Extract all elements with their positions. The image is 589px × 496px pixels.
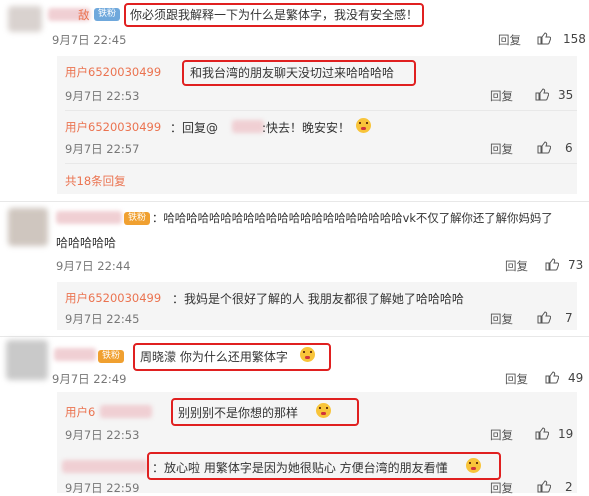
avatar[interactable] [6,340,48,380]
thumbs-up-icon[interactable] [537,141,551,154]
avatar[interactable] [8,6,42,32]
fan-badge: 铁粉 [98,350,124,363]
reply-button[interactable]: 回复 [490,141,513,157]
reply-button[interactable]: 回复 [490,480,513,496]
avatar[interactable] [8,208,48,246]
reply-prefix: ：回复@ [170,121,219,135]
username-blurred[interactable] [62,460,148,473]
reply-button[interactable]: 回复 [490,427,513,443]
reply-time: 9月7日 22:45 [65,312,140,326]
reply-time: 9月7日 22:53 [65,89,140,103]
highlight-box [147,452,501,480]
reply-button[interactable]: 回复 [505,371,528,387]
thumbs-up-icon[interactable] [545,371,559,384]
highlight-box [133,343,331,371]
thumbs-up-icon[interactable] [535,88,549,101]
thumbs-up-icon[interactable] [537,32,551,45]
reply-button[interactable]: 回复 [498,32,521,48]
like-count: 158 [563,32,586,46]
comment-time: 9月7日 22:45 [52,33,127,47]
reply-time: 9月7日 22:53 [65,428,140,442]
highlight-box [182,60,416,86]
username-blurred[interactable] [100,405,152,418]
divider [65,110,577,111]
fan-badge: 铁粉 [94,8,120,21]
grin-emoji-icon [356,118,371,133]
highlight-box [171,398,359,426]
divider [65,163,577,164]
reply-time: 9月7日 22:59 [65,481,140,495]
like-count: 2 [565,480,573,494]
thumbs-up-icon[interactable] [545,258,559,271]
username-blurred[interactable] [54,348,96,361]
like-count: 49 [568,371,584,385]
like-count: 35 [558,88,574,102]
comment-time: 9月7日 22:49 [52,372,127,386]
reply-button[interactable]: 回复 [490,88,513,104]
highlight-box [124,3,424,27]
reply-username[interactable]: 用户6 [65,404,95,420]
divider [0,336,589,337]
fan-badge: 铁粉 [124,212,150,225]
reply-username[interactable]: 用户6520030499 [65,64,161,80]
reply-time: 9月7日 22:57 [65,142,140,156]
username-tail[interactable]: 敌 [78,7,90,23]
reply-username[interactable]: 用户6520030499 [65,290,161,306]
username-blurred[interactable] [56,211,122,224]
reply-suffix: :快去！晚安安！ [262,121,351,135]
reply-button[interactable]: 回复 [490,311,513,327]
reply-button[interactable]: 回复 [505,258,528,274]
comment-text: ：哈哈哈哈哈哈哈哈哈哈哈哈哈哈哈哈哈哈哈哈哈vk不仅了解你还了解你妈妈了 [152,211,553,225]
comment-text-cont: 哈哈哈哈哈 [56,236,117,250]
comment-time: 9月7日 22:44 [56,259,131,273]
like-count: 73 [568,258,584,272]
thumbs-up-icon[interactable] [537,311,551,324]
like-count: 6 [565,141,573,155]
reply-username[interactable]: 用户6520030499 [65,119,161,135]
more-replies-link[interactable]: 共18条回复 [65,173,126,189]
like-count: 19 [558,427,574,441]
mention-blurred[interactable] [232,120,264,133]
reply-text: ：我妈是个很好了解的人 我朋友都很了解她了哈哈哈哈 [172,292,464,306]
like-count: 7 [565,311,573,325]
thumbs-up-icon[interactable] [537,480,551,493]
divider [0,201,589,202]
thumbs-up-icon[interactable] [535,427,549,440]
